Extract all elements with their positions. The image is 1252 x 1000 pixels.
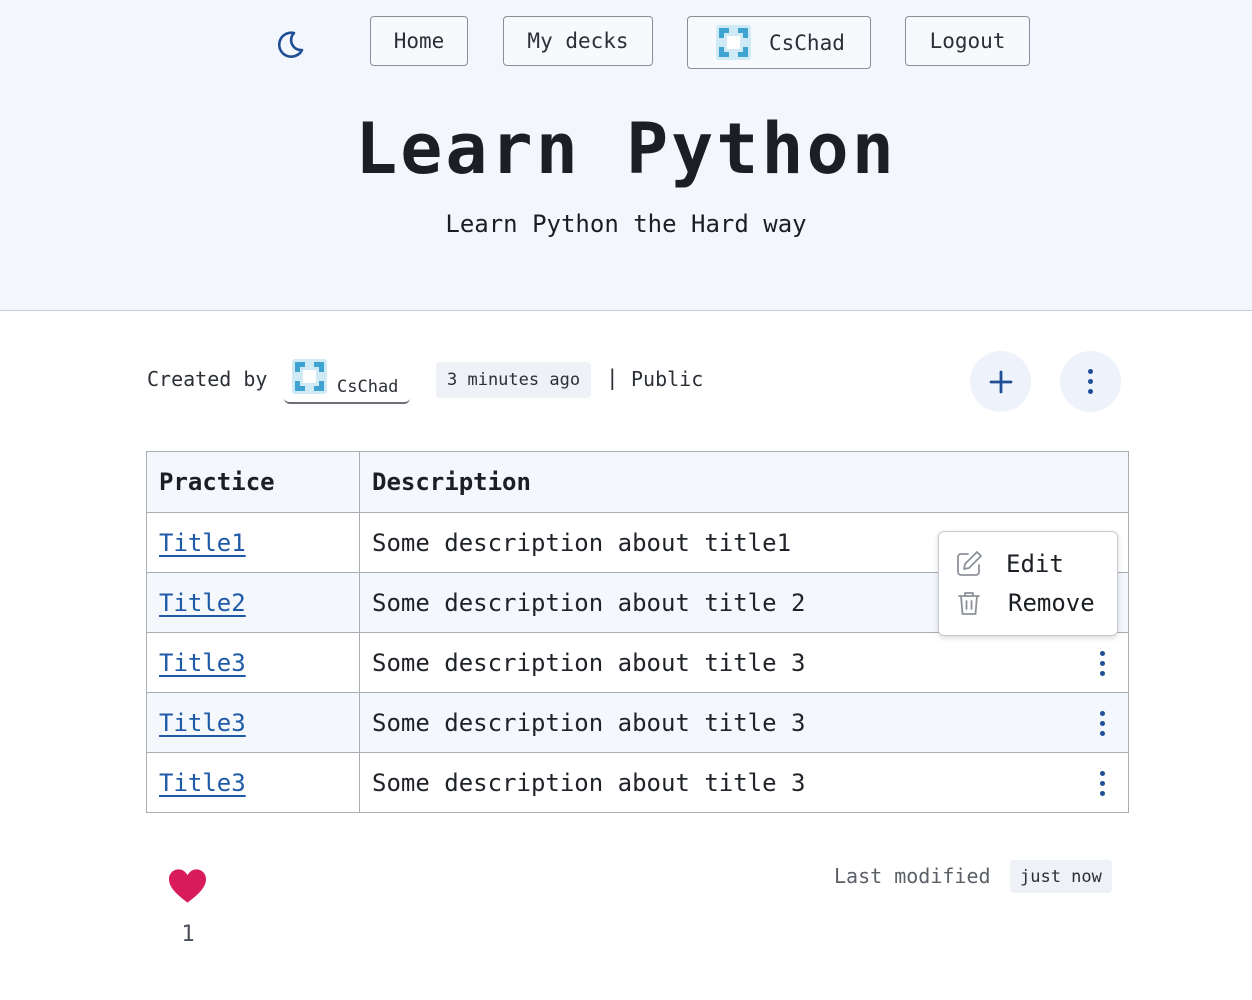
practice-title-link[interactable]: Title3: [159, 649, 246, 677]
author-chip[interactable]: CsChad: [284, 356, 410, 404]
created-by-label: Created by: [147, 367, 268, 391]
row-menu-button[interactable]: [1094, 651, 1110, 677]
deck-more-button[interactable]: [1060, 351, 1121, 412]
home-button[interactable]: Home: [370, 16, 468, 66]
home-button-label: Home: [393, 29, 445, 53]
more-vertical-icon: [1094, 771, 1110, 796]
more-vertical-icon: [1094, 711, 1110, 736]
plus-icon: [989, 370, 1012, 393]
column-header-practice: Practice: [147, 452, 360, 512]
practice-description: Some description about title 3: [372, 708, 806, 737]
more-vertical-icon: [1094, 651, 1110, 676]
deck-subtitle: Learn Python the Hard way: [445, 210, 807, 238]
row-menu-button[interactable]: [1094, 771, 1110, 797]
heart-icon[interactable]: [168, 868, 207, 904]
visibility-label: Public: [631, 367, 704, 391]
deck-title: Learn Python: [355, 108, 897, 190]
edit-icon: [957, 551, 982, 576]
practice-description: Some description about title 3: [372, 648, 806, 677]
row-context-menu: Edit Remove: [938, 531, 1118, 636]
remove-menu-item[interactable]: Remove: [939, 584, 1117, 622]
table-header-row: Practice Description: [147, 452, 1128, 512]
edit-menu-item[interactable]: Edit: [939, 545, 1117, 583]
more-vertical-icon: [1088, 369, 1093, 394]
add-practice-button[interactable]: [970, 351, 1031, 412]
last-modified-badge: just now: [1010, 860, 1112, 893]
practice-title-link[interactable]: Title3: [159, 769, 246, 797]
row-menu-button[interactable]: [1094, 711, 1110, 737]
edit-menu-label: Edit: [1006, 550, 1064, 578]
avatar: [716, 25, 751, 60]
created-time-badge: 3 minutes ago: [436, 362, 592, 398]
logout-button[interactable]: Logout: [905, 16, 1030, 66]
my-decks-button-label: My decks: [527, 29, 629, 53]
remove-menu-label: Remove: [1008, 589, 1095, 617]
practice-title-link[interactable]: Title3: [159, 709, 246, 737]
meta-separator: |: [606, 366, 619, 390]
table-row: Title3 Some description about title 3: [147, 632, 1128, 692]
user-profile-label: CsChad: [769, 30, 845, 55]
practice-description: Some description about title 3: [372, 768, 806, 797]
author-avatar: [292, 359, 327, 394]
practice-title-link[interactable]: Title2: [159, 589, 246, 617]
last-modified-label: Last modified: [834, 864, 991, 888]
likes-count: 1: [181, 922, 195, 947]
my-decks-button[interactable]: My decks: [503, 16, 653, 66]
author-name: CsChad: [337, 377, 399, 397]
logout-button-label: Logout: [929, 29, 1006, 53]
column-header-description: Description: [372, 468, 531, 496]
user-profile-button[interactable]: CsChad: [687, 16, 871, 69]
moon-icon[interactable]: [274, 28, 306, 60]
table-row: Title3 Some description about title 3: [147, 752, 1128, 812]
page-header: Home My decks CsChad Logout Learn Python…: [0, 0, 1252, 311]
trash-icon: [958, 592, 980, 615]
table-row: Title3 Some description about title 3: [147, 692, 1128, 752]
practice-title-link[interactable]: Title1: [159, 529, 246, 557]
